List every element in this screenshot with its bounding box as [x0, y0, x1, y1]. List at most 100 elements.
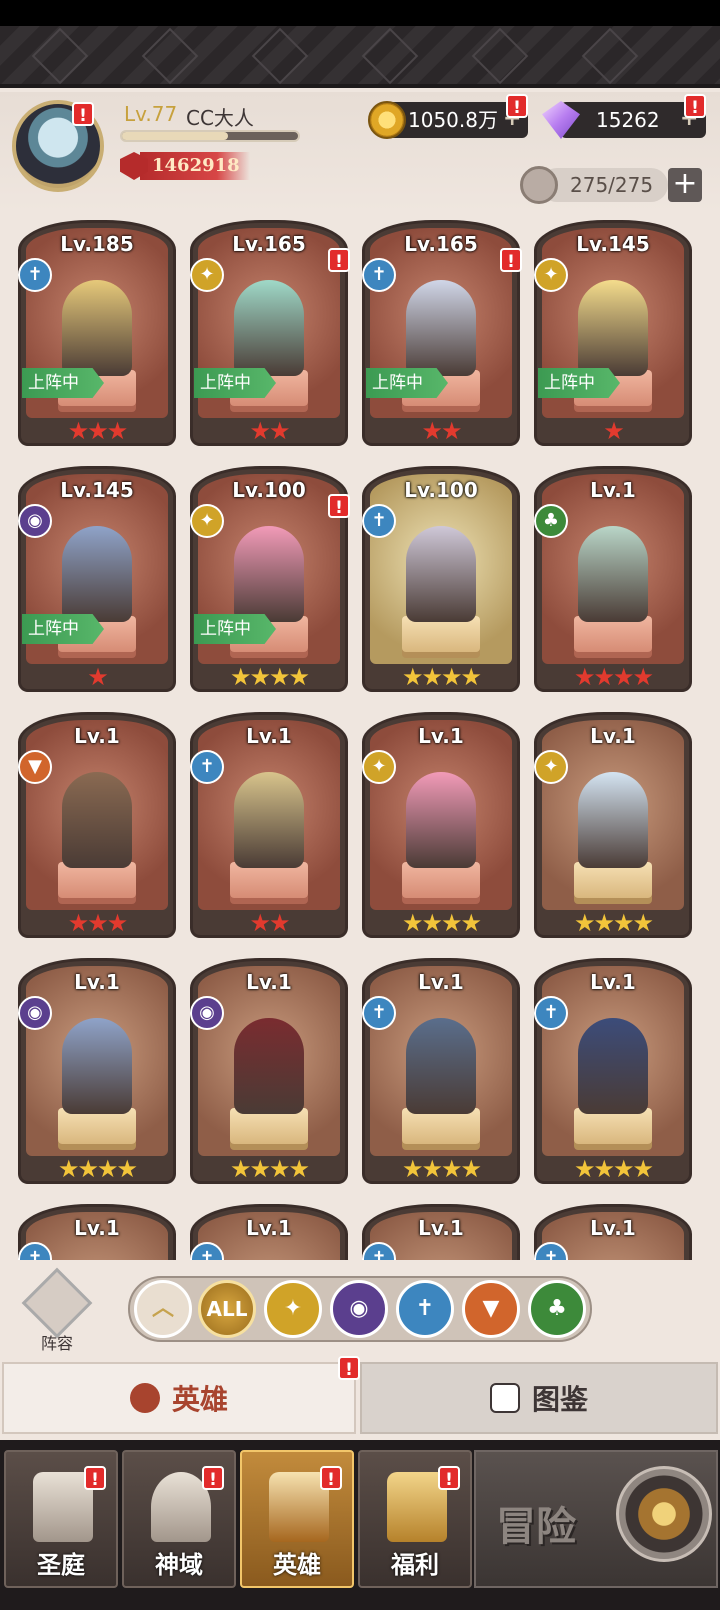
- wing-class-icon: ✦: [190, 504, 224, 538]
- hero-level: Lv.1: [246, 724, 292, 748]
- hero-stars: ★★: [249, 417, 290, 445]
- hero-stars: ★★★★: [229, 663, 310, 691]
- hero-stars: ★★★★: [57, 1155, 138, 1183]
- tab-heroes[interactable]: 英雄: [2, 1362, 356, 1434]
- shield-class-icon: ✝: [362, 258, 396, 292]
- tab-codex-label: 图鉴: [531, 1383, 588, 1416]
- hero-level: Lv.1: [418, 1216, 464, 1240]
- hero-level: Lv.1: [418, 724, 464, 748]
- hero-grid: Lv.185 ✝ 上阵中 ★★★ Lv.165 ✦ 上阵中 ★★! Lv.165 ✝ 上阵中 ★★! L…: [0, 212, 720, 1260]
- hero-level: Lv.185: [60, 232, 134, 256]
- tab-codex[interactable]: 图鉴: [360, 1362, 718, 1434]
- xp-bar: [120, 130, 300, 142]
- hero-card[interactable]: Lv.1 ✝ ★★★★: [362, 958, 520, 1184]
- hero-card[interactable]: Lv.1 ◉ ★★★★: [190, 958, 348, 1184]
- hero-level: Lv.100: [404, 478, 478, 502]
- hero-level: Lv.1: [246, 1216, 292, 1240]
- hero-card[interactable]: Lv.100 ✦ 上阵中 ★★★★!: [190, 466, 350, 692]
- hero-sprite: [234, 526, 304, 622]
- hero-level: Lv.1: [590, 724, 636, 748]
- wing-class-icon: ✦: [534, 258, 568, 292]
- ornament-diamond: [581, 27, 639, 85]
- chess-piece-icon: [21, 1267, 93, 1339]
- hero-card[interactable]: Lv.1 ✝: [362, 1204, 520, 1260]
- nav-welfare[interactable]: 福利 !: [358, 1450, 472, 1588]
- ornament-diamond: [31, 27, 89, 85]
- hero-stars: ★★★★: [573, 663, 654, 691]
- hero-stars: ★★★: [67, 909, 129, 937]
- hero-level: Lv.1: [246, 970, 292, 994]
- hero-stars: ★★: [421, 417, 462, 445]
- stamina-icon: [520, 166, 558, 204]
- tree-class-filter-icon[interactable]: ♣: [528, 1280, 586, 1338]
- hero-card[interactable]: Lv.1 ✝: [18, 1204, 176, 1260]
- gold-coin-icon: [368, 101, 406, 139]
- player-level: Lv.77: [124, 102, 178, 126]
- shield-class-filter-icon[interactable]: ✝: [396, 1280, 454, 1338]
- wing-class-icon: ✦: [190, 258, 224, 292]
- hero-card[interactable]: Lv.165 ✝ 上阵中 ★★!: [362, 220, 522, 446]
- hero-card[interactable]: Lv.145 ◉ 上阵中 ★: [18, 466, 176, 692]
- hero-card[interactable]: Lv.1 ✝: [190, 1204, 348, 1260]
- hero-level: Lv.1: [590, 970, 636, 994]
- lineup-button[interactable]: 阵容: [21, 1267, 93, 1353]
- hero-card[interactable]: Lv.1 ♣ ★★★★: [534, 466, 692, 692]
- wolf-class-filter-icon[interactable]: ▼: [462, 1280, 520, 1338]
- hero-alert-badge: !: [500, 248, 522, 272]
- hero-card[interactable]: Lv.1 ✦ ★★★★: [362, 712, 520, 938]
- up-arrow-icon[interactable]: ︿: [134, 1280, 192, 1338]
- nav-divine-realm[interactable]: 神域 !: [122, 1450, 236, 1588]
- hero-stars: ★: [603, 417, 625, 445]
- hero-card[interactable]: Lv.1 ◉ ★★★★: [18, 958, 176, 1184]
- hero-card[interactable]: Lv.1 ▼ ★★★: [18, 712, 176, 938]
- hero-sprite: [578, 772, 648, 868]
- wing-class-icon: ✦: [362, 750, 396, 784]
- nav-heroes-alert-badge: !: [320, 1466, 342, 1490]
- hero-level: Lv.145: [60, 478, 134, 502]
- gold-alert-badge: !: [506, 94, 528, 118]
- stamina-counter: 275/275: [540, 168, 668, 202]
- xp-bar-fill: [122, 132, 228, 140]
- hero-card[interactable]: Lv.100 ✝ ★★★★: [362, 466, 520, 692]
- hero-card[interactable]: Lv.1 ✦ ★★★★: [534, 712, 692, 938]
- stamina-plus-button[interactable]: +: [668, 168, 702, 202]
- hero-card[interactable]: Lv.165 ✦ 上阵中 ★★!: [190, 220, 350, 446]
- deployed-tag: 上阵中: [538, 368, 620, 398]
- nav-sanctuary[interactable]: 圣庭 !: [4, 1450, 118, 1588]
- helmet-icon: [129, 1383, 160, 1413]
- ornament-diamond: [251, 27, 309, 85]
- status-bar: [0, 0, 720, 26]
- hero-card[interactable]: Lv.1 ✝ ★★: [190, 712, 348, 938]
- top-decorative-band: [0, 26, 720, 88]
- hero-card[interactable]: Lv.185 ✝ 上阵中 ★★★: [18, 220, 176, 446]
- hero-card[interactable]: Lv.1 ✝ ★★★★: [534, 958, 692, 1184]
- deployed-tag: 上阵中: [22, 614, 104, 644]
- wing-class-filter-icon[interactable]: ✦: [264, 1280, 322, 1338]
- nav-welfare-alert-badge: !: [438, 1466, 460, 1490]
- eye-class-icon: ◉: [18, 504, 52, 538]
- all-filter-button[interactable]: ALL: [198, 1280, 256, 1338]
- hero-level: Lv.1: [590, 1216, 636, 1240]
- shield-class-icon: ✝: [534, 996, 568, 1030]
- nav-heroes[interactable]: 英雄 !: [240, 1450, 354, 1588]
- shield-class-icon: ✝: [18, 258, 52, 292]
- compass-icon: [616, 1466, 712, 1562]
- hero-sprite: [578, 526, 648, 622]
- adventure-button[interactable]: 冒险: [474, 1450, 718, 1588]
- tab-heroes-label: 英雄: [171, 1383, 228, 1416]
- hero-stars: ★★★★: [573, 909, 654, 937]
- hero-card[interactable]: Lv.145 ✦ 上阵中 ★: [534, 220, 692, 446]
- hero-level: Lv.1: [418, 970, 464, 994]
- wolf-class-icon: ▼: [18, 750, 52, 784]
- game-screen: ! Lv.77 CC大人 1462918 1050.8万 + ! 15262 +…: [0, 0, 720, 1610]
- hero-alert-badge: !: [328, 494, 350, 518]
- hero-stars: ★★★★: [401, 909, 482, 937]
- deployed-tag: 上阵中: [194, 614, 276, 644]
- gem-amount: 15262: [596, 108, 660, 132]
- deployed-tag: 上阵中: [194, 368, 276, 398]
- hero-alert-badge: !: [328, 248, 350, 272]
- eye-class-filter-icon[interactable]: ◉: [330, 1280, 388, 1338]
- star-book-icon: [489, 1383, 520, 1413]
- adventure-label: 冒险: [496, 1503, 576, 1550]
- hero-card[interactable]: Lv.1 ✝: [534, 1204, 692, 1260]
